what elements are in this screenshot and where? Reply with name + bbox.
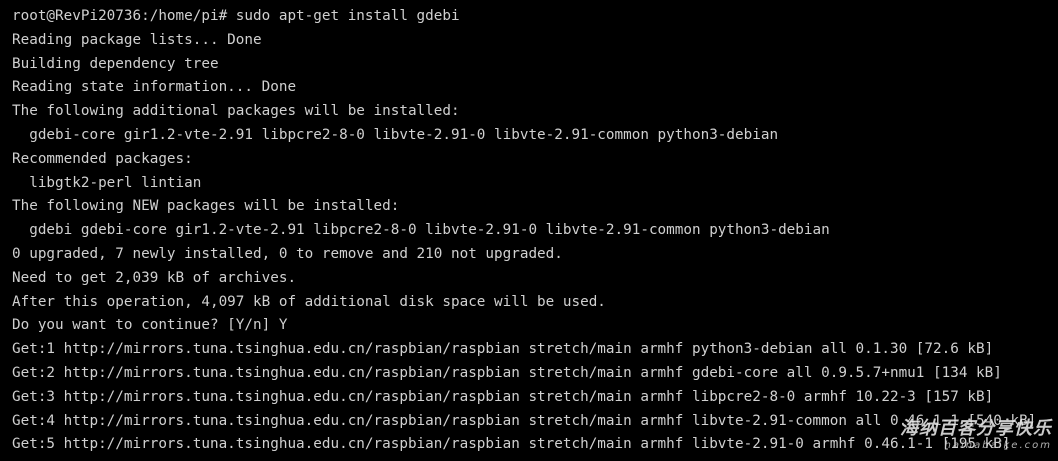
terminal-line: libgtk2-perl lintian [12,174,202,191]
terminal-line: Do you want to continue? [Y/n] Y [12,317,288,334]
terminal-line: Get:2 http://mirrors.tuna.tsinghua.edu.c… [12,364,1002,381]
terminal-line: 0 upgraded, 7 newly installed, 0 to remo… [12,245,563,262]
terminal-line: Get:1 http://mirrors.tuna.tsinghua.edu.c… [12,341,994,358]
terminal-line: Get:4 http://mirrors.tuna.tsinghua.edu.c… [12,412,1037,429]
terminal-line: Reading state information... Done [12,79,297,96]
terminal-output[interactable]: root@RevPi20736:/home/pi# sudo apt-get i… [12,5,1058,461]
terminal-line: Need to get 2,039 kB of archives. [12,269,297,286]
terminal-line: The following NEW packages will be insta… [12,198,400,215]
terminal-line: Reading package lists... Done [12,31,262,48]
terminal-line: Building dependency tree [12,55,219,72]
terminal-line: gdebi-core gir1.2-vte-2.91 libpcre2-8-0 … [12,126,779,143]
terminal-line: gdebi gdebi-core gir1.2-vte-2.91 libpcre… [12,222,830,239]
terminal-line: The following additional packages will b… [12,103,460,120]
terminal-line: After this operation, 4,097 kB of additi… [12,293,606,310]
terminal-line: Recommended packages: [12,150,193,167]
terminal-line: Get:5 http://mirrors.tuna.tsinghua.edu.c… [12,436,1011,453]
terminal-line: root@RevPi20736:/home/pi# sudo apt-get i… [12,8,460,24]
terminal-line: Get:3 http://mirrors.tuna.tsinghua.edu.c… [12,388,994,405]
